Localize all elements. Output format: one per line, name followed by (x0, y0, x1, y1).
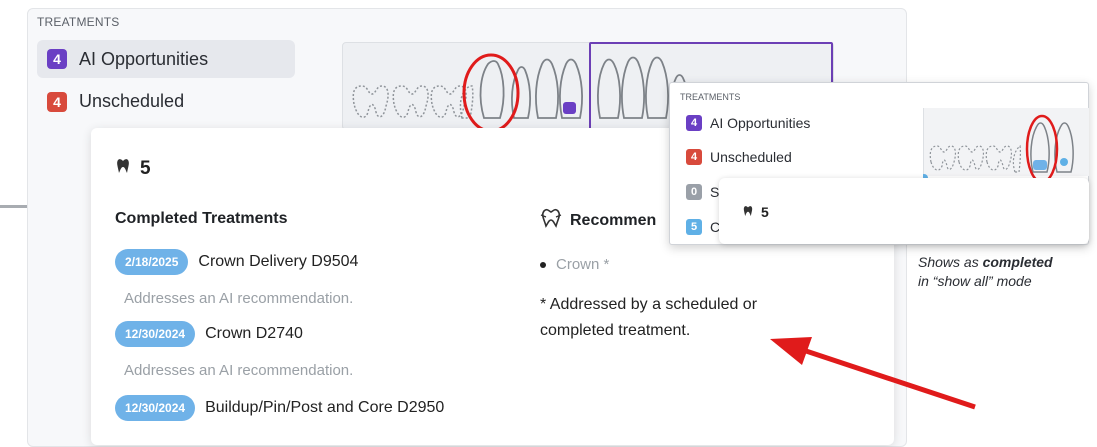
tooth-premolar-icon (1012, 144, 1022, 173)
count-badge: 0 (686, 184, 702, 200)
category-label: AI Opportunities (710, 115, 811, 131)
tooth-molar-icon (957, 145, 985, 171)
recommendation-text: Crown * (556, 256, 610, 273)
count-badge: 4 (686, 115, 702, 131)
highlight-circle-icon (462, 53, 520, 133)
inset-category-completed[interactable]: 5 C (686, 219, 720, 235)
category-label: Unscheduled (79, 91, 185, 111)
treatment-name: Crown D2740 (205, 325, 303, 342)
treatment-name: Buildup/Pin/Post and Core D2950 (205, 399, 445, 416)
tooth-molar-icon (929, 145, 957, 171)
inset-card-title: 5 (743, 204, 769, 220)
caption-bold: completed (982, 254, 1053, 270)
tooth-icon (743, 204, 753, 220)
tooth-molar-icon (392, 85, 429, 118)
card-title: 5 (116, 158, 151, 180)
treatment-row[interactable]: 12/30/2024 Buildup/Pin/Post and Core D29… (115, 395, 444, 421)
inset-category-scheduled[interactable]: 0 S (686, 184, 719, 200)
date-pill: 12/30/2024 (115, 395, 196, 421)
count-badge: 4 (47, 91, 67, 112)
caption: Shows as completed in “show all” mode (918, 253, 1096, 291)
inset-section-label: TREATMENTS (680, 92, 741, 102)
category-label: AI Opportunities (79, 48, 209, 69)
treatment-note: Addresses an AI recommendation. (124, 290, 354, 307)
treatment-note: Addresses an AI recommendation. (124, 362, 354, 379)
inset-tooth-chart-teeth[interactable] (923, 108, 1088, 178)
section-label-treatments: TREATMENTS (37, 15, 120, 29)
tooth-molar-icon (352, 85, 389, 118)
inset-category-unscheduled[interactable]: 4 Unscheduled (686, 149, 792, 165)
inset-highlight-circle-icon (1025, 114, 1059, 184)
inset-tooth-card (719, 178, 1089, 244)
completed-marker-icon (1060, 158, 1068, 166)
tooth-molar-icon (985, 145, 1013, 171)
inset-category-ai-opportunities[interactable]: 4 AI Opportunities (686, 115, 810, 131)
bullet-icon (540, 261, 546, 268)
recommendations-heading: Recommen (540, 208, 656, 233)
red-arrow-icon (770, 337, 976, 410)
count-badge: 4 (686, 149, 702, 165)
caption-prefix: Shows as (918, 254, 983, 270)
inset-tooth-number: 5 (761, 204, 769, 220)
recommendation-tooth-icon (540, 208, 562, 233)
treatment-name: Crown Delivery D9504 (198, 253, 359, 270)
category-label: Unscheduled (710, 149, 792, 165)
count-badge: 5 (686, 219, 702, 235)
tooth-icon (535, 58, 559, 119)
date-pill: 2/18/2025 (115, 249, 189, 275)
recommendation-item: Crown * (540, 256, 609, 273)
category-label: S (710, 184, 720, 200)
category-ai-opportunities[interactable]: 4 AI Opportunities (37, 40, 295, 78)
treatment-marker-icon (563, 102, 576, 114)
date-pill: 12/30/2024 (115, 321, 196, 347)
caption-line2: in “show all” mode (918, 273, 1032, 289)
recommendations-label: Recommen (570, 211, 657, 229)
completed-treatments-heading: Completed Treatments (115, 210, 288, 227)
tooth-icon (116, 158, 130, 180)
treatment-row[interactable]: 2/18/2025 Crown Delivery D9504 (115, 249, 358, 275)
treatment-row[interactable]: 12/30/2024 Crown D2740 (115, 321, 303, 347)
count-badge: 4 (47, 49, 67, 69)
category-unscheduled[interactable]: 4 Unscheduled (47, 91, 184, 112)
tooth-number: 5 (140, 158, 151, 179)
